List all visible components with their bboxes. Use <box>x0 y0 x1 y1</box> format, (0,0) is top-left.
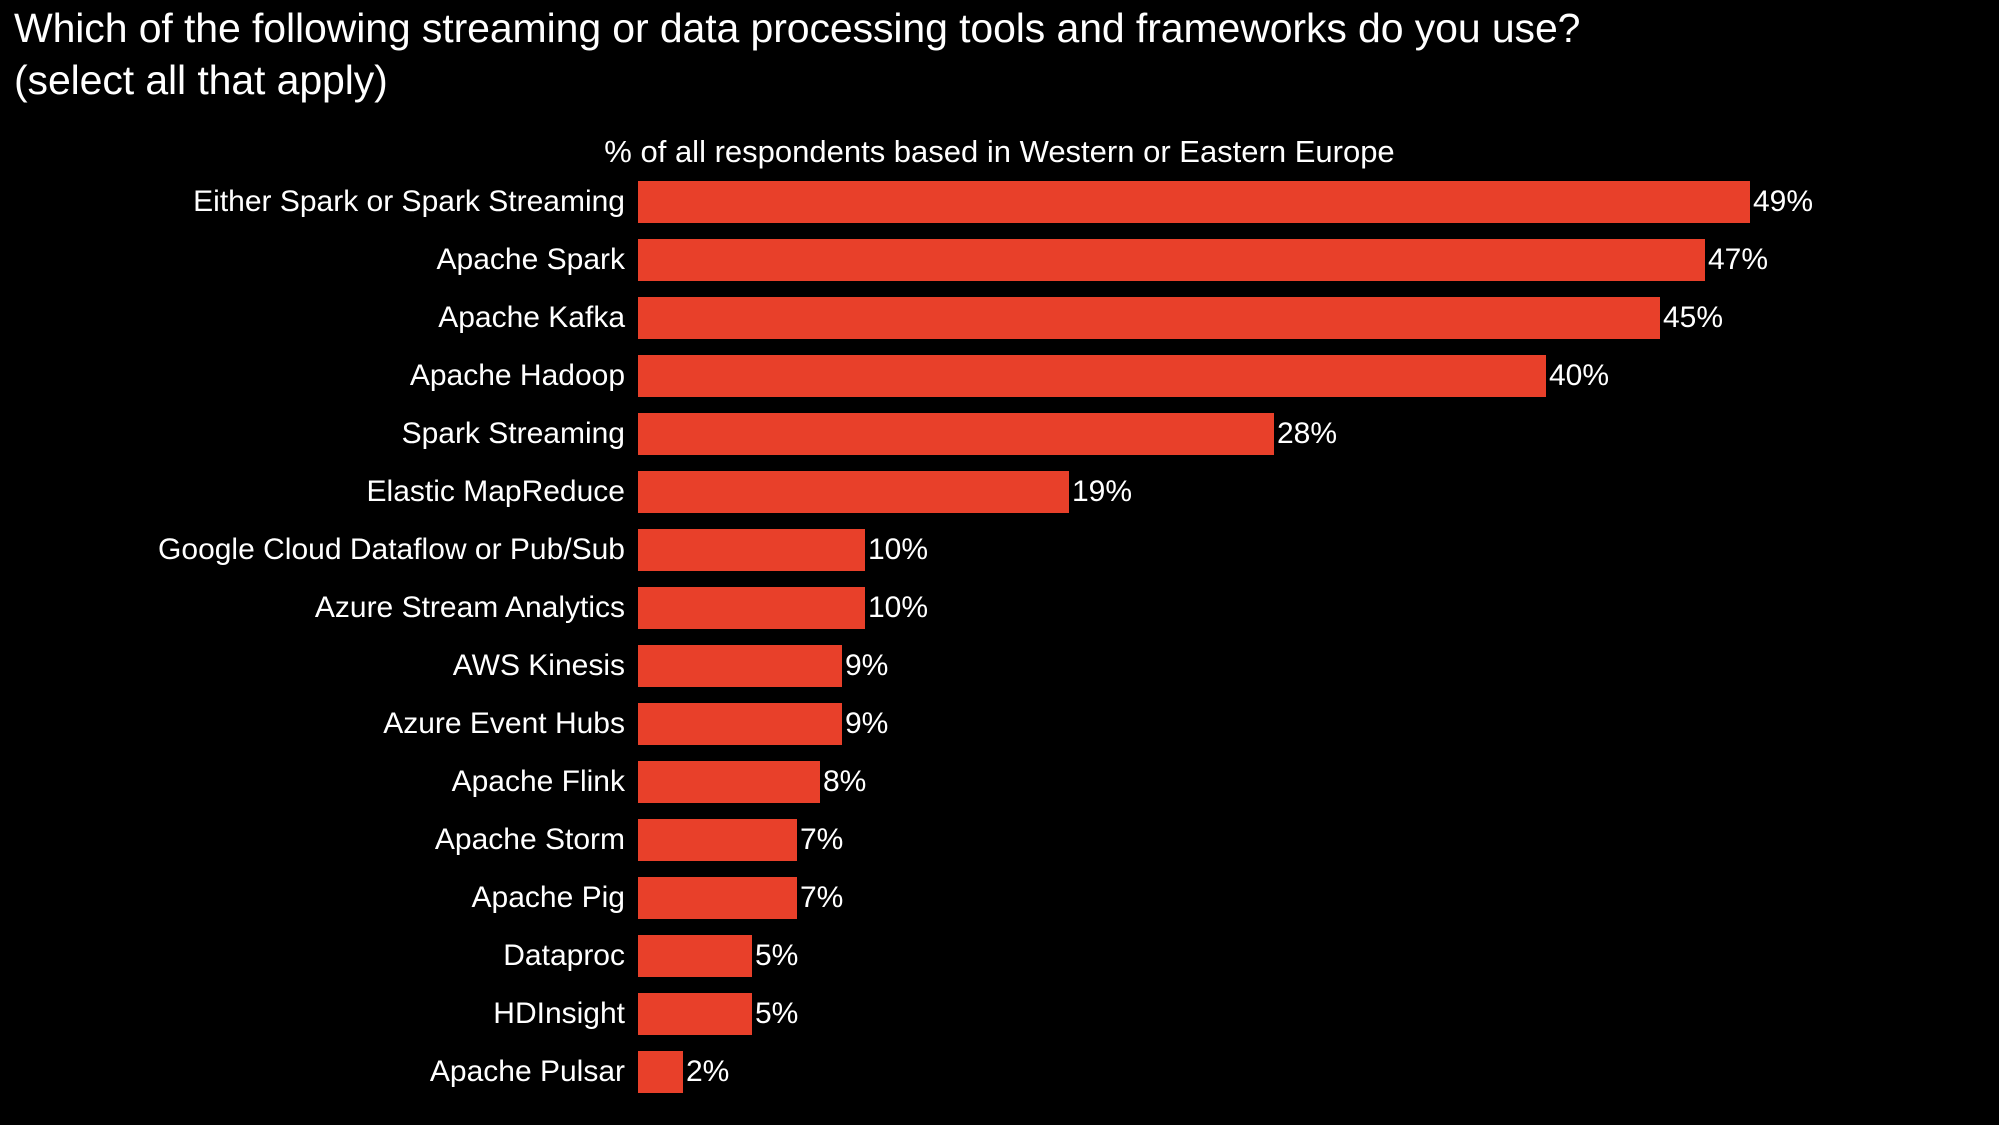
bar-group: 7% <box>638 819 843 861</box>
bar <box>638 529 865 571</box>
category-label: Azure Stream Analytics <box>314 591 625 624</box>
bar-row: Azure Stream Analytics 10% <box>0 587 1999 645</box>
bar-row: Elastic MapReduce 19% <box>0 471 1999 529</box>
bar-row: Google Cloud Dataflow or Pub/Sub 10% <box>0 529 1999 587</box>
bar-group: 7% <box>638 877 843 919</box>
bar <box>638 413 1274 455</box>
bar <box>638 877 797 919</box>
bar-group: 5% <box>638 993 798 1035</box>
bar-group: 10% <box>638 529 928 571</box>
category-label: Apache Hadoop <box>409 359 625 392</box>
bar <box>638 181 1750 223</box>
bar-row: Azure Event Hubs 9% <box>0 703 1999 761</box>
bar-value-label: 10% <box>868 591 929 624</box>
bar <box>638 935 752 977</box>
bar-group: 9% <box>638 703 888 745</box>
bar-row: Apache Pig 7% <box>0 877 1999 935</box>
bar-value-label: 40% <box>1549 359 1610 392</box>
bar-row: Dataproc 5% <box>0 935 1999 993</box>
bar-row: AWS Kinesis 9% <box>0 645 1999 703</box>
bar-group: 49% <box>638 181 1813 223</box>
bar-value-label: 2% <box>686 1055 730 1088</box>
bar-value-label: 19% <box>1072 475 1133 508</box>
category-label: HDInsight <box>493 997 625 1030</box>
bar-row: Apache Hadoop 40% <box>0 355 1999 413</box>
bar-group: 10% <box>638 587 928 629</box>
bar-row: Apache Spark 47% <box>0 239 1999 297</box>
bar-group: 19% <box>638 471 1132 513</box>
bar <box>638 645 842 687</box>
bar <box>638 761 820 803</box>
category-label: Apache Pig <box>471 881 625 914</box>
bar <box>638 297 1660 339</box>
category-label: Azure Event Hubs <box>383 707 625 740</box>
bar-group: 9% <box>638 645 888 687</box>
bar-value-label: 10% <box>868 533 929 566</box>
bar <box>638 587 865 629</box>
category-label: AWS Kinesis <box>452 649 625 682</box>
bar-group: 5% <box>638 935 798 977</box>
category-label: Apache Flink <box>451 765 625 798</box>
bar-row: HDInsight 5% <box>0 993 1999 1051</box>
bar-group: 8% <box>638 761 866 803</box>
category-label: Dataproc <box>503 939 625 972</box>
bar-group: 28% <box>638 413 1337 455</box>
bar <box>638 471 1069 513</box>
bar-value-label: 9% <box>845 649 889 682</box>
bar <box>638 993 752 1035</box>
bar-value-label: 7% <box>800 881 844 914</box>
category-label: Apache Kafka <box>438 301 625 334</box>
bar-group: 2% <box>638 1051 729 1093</box>
category-label: Elastic MapReduce <box>366 475 625 508</box>
bar-row: Either Spark or Spark Streaming 49% <box>0 181 1999 239</box>
bar-value-label: 5% <box>755 997 799 1030</box>
bar-group: 40% <box>638 355 1609 397</box>
bar-value-label: 47% <box>1708 243 1769 276</box>
bar-value-label: 9% <box>845 707 889 740</box>
bar-row: Spark Streaming 28% <box>0 413 1999 471</box>
chart-title: Which of the following streaming or data… <box>14 5 1581 104</box>
chart-subtitle: % of all respondents based in Western or… <box>604 134 1395 169</box>
category-label: Apache Pulsar <box>429 1055 625 1088</box>
bar <box>638 1051 683 1093</box>
bar <box>638 355 1546 397</box>
bar-chart: Which of the following streaming or data… <box>0 0 1999 1125</box>
bar <box>638 703 842 745</box>
category-label: Google Cloud Dataflow or Pub/Sub <box>158 533 625 566</box>
category-label: Apache Spark <box>436 243 625 276</box>
bar-value-label: 8% <box>823 765 867 798</box>
bar-value-label: 45% <box>1663 301 1724 334</box>
bar-value-label: 28% <box>1277 417 1338 450</box>
bar <box>638 239 1705 281</box>
bar-value-label: 49% <box>1753 185 1814 218</box>
bar-group: 47% <box>638 239 1768 281</box>
category-label: Either Spark or Spark Streaming <box>193 185 625 218</box>
bar-row: Apache Flink 8% <box>0 761 1999 819</box>
category-label: Spark Streaming <box>401 417 625 450</box>
bar-row: Apache Pulsar 2% <box>0 1051 1999 1109</box>
bar-row: Apache Storm 7% <box>0 819 1999 877</box>
category-label: Apache Storm <box>434 823 625 856</box>
bar-value-label: 7% <box>800 823 844 856</box>
bar-value-label: 5% <box>755 939 799 972</box>
bar-group: 45% <box>638 297 1723 339</box>
bar <box>638 819 797 861</box>
plot-area: Either Spark or Spark Streaming 49% Apache… <box>0 181 1999 1109</box>
bar-row: Apache Kafka 45% <box>0 297 1999 355</box>
